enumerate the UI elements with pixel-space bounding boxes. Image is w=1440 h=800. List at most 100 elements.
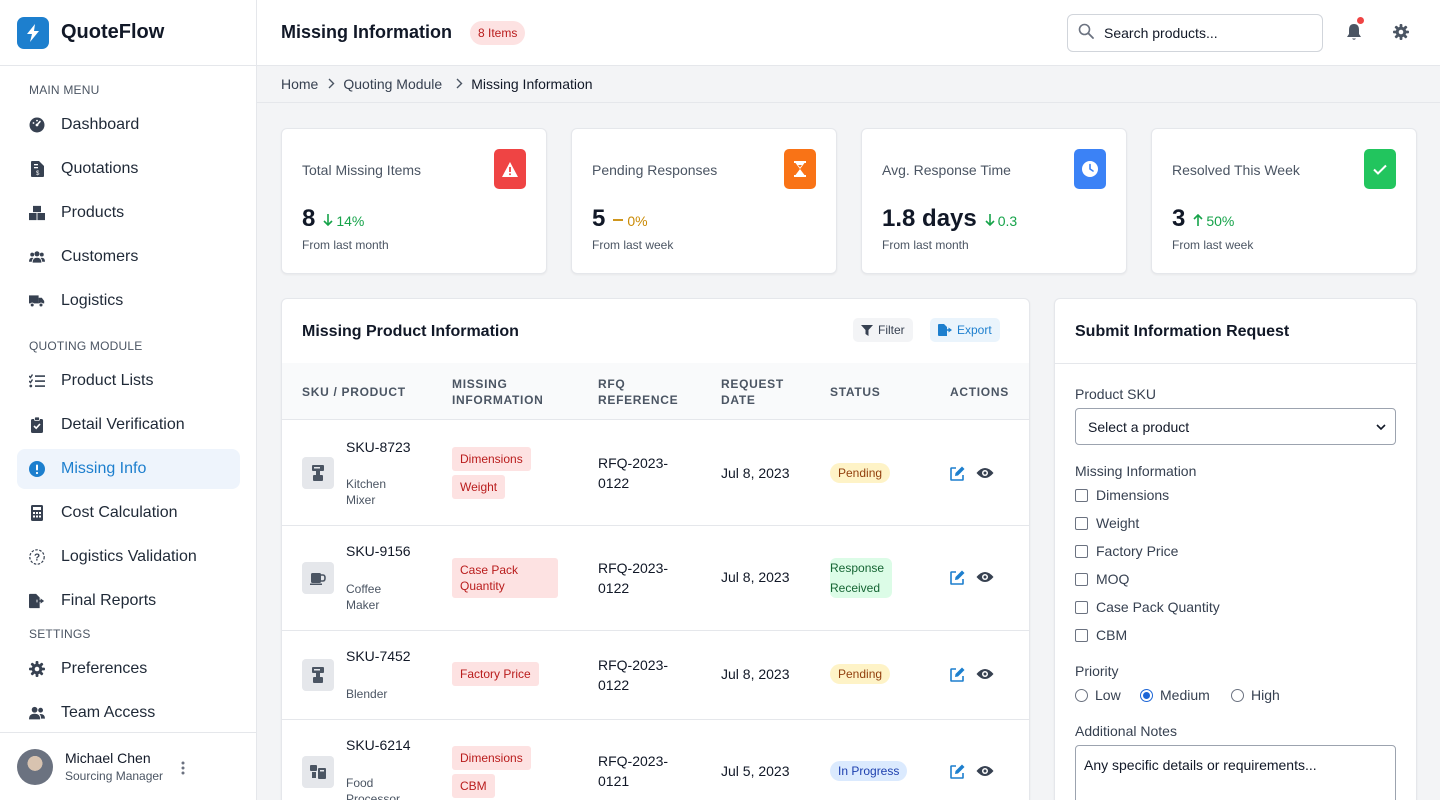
sidebar-item-dashboard[interactable]: Dashboard	[17, 105, 240, 145]
sidebar-item-team-access[interactable]: Team Access	[17, 693, 240, 733]
form-title: Submit Information Request	[1075, 323, 1290, 340]
checkbox-moq[interactable]: MOQ	[1075, 571, 1129, 587]
stat-card-resolved: Resolved This Week 3 50% From last week	[1151, 128, 1417, 274]
table-row: SKU-6214 Food Processor Dimensions CBM R…	[282, 719, 1029, 800]
table-row: SKU-9156 Coffee Maker Case Pack Quantity…	[282, 525, 1029, 630]
table-row: SKU-8723 Kitchen Mixer Dimensions Weight…	[282, 419, 1029, 525]
breadcrumb: Home Quoting Module Missing Information	[281, 76, 593, 92]
sidebar-item-cost-calculation[interactable]: Cost Calculation	[17, 493, 240, 533]
sidebar-item-products[interactable]: Products	[17, 193, 240, 233]
sidebar-item-label: Logistics Validation	[61, 548, 197, 565]
stat-change-value: 50%	[1206, 213, 1235, 229]
user-role: Sourcing Manager	[65, 769, 164, 783]
sidebar-item-preferences[interactable]: Preferences	[17, 649, 240, 689]
more-vertical-icon[interactable]	[181, 760, 185, 781]
table-title: Missing Product Information	[302, 323, 519, 340]
calculator-icon	[29, 505, 45, 521]
stat-label: Resolved This Week	[1172, 162, 1300, 178]
status-badge: Pending	[830, 664, 891, 684]
table-row: SKU-7452 Blender Factory Price RFQ-2023-…	[282, 630, 1029, 719]
stat-subtext: From last month	[302, 238, 389, 252]
stat-value: 5 0%	[592, 205, 648, 233]
stat-change: 50%	[1193, 213, 1234, 229]
sidebar-item-label: Team Access	[61, 704, 156, 721]
breadcrumb-quoting-module[interactable]: Quoting Module	[343, 76, 442, 92]
list-icon	[29, 373, 45, 389]
view-eye-icon[interactable]	[976, 763, 994, 779]
search-icon	[1078, 23, 1094, 44]
filter-button[interactable]: Filter	[853, 318, 913, 342]
bell-icon[interactable]	[1344, 17, 1364, 42]
radio-label: High	[1251, 687, 1280, 703]
items-count-badge: 8 Items	[470, 21, 526, 45]
nav-section-main: MAIN MENU	[29, 83, 100, 97]
priority-label: Priority	[1075, 663, 1119, 679]
sidebar-item-detail-verification[interactable]: Detail Verification	[17, 405, 240, 445]
notes-textarea[interactable]: Any specific details or requirements...	[1075, 745, 1396, 800]
checkbox-weight[interactable]: Weight	[1075, 515, 1139, 531]
checkbox-case-pack-quantity[interactable]: Case Pack Quantity	[1075, 599, 1220, 615]
stat-change-value: 14%	[336, 213, 365, 229]
sidebar-item-quotations[interactable]: $ Quotations	[17, 149, 240, 189]
export-button[interactable]: Export	[930, 318, 1000, 342]
stat-card-total-missing: Total Missing Items 8 14% From last month	[281, 128, 547, 274]
col-sku-product: SKU / PRODUCT	[302, 385, 406, 399]
edit-icon[interactable]	[949, 465, 965, 481]
edit-icon[interactable]	[949, 763, 965, 779]
brand[interactable]: QuoteFlow	[0, 0, 256, 66]
product-sku: SKU-7452	[346, 648, 411, 664]
radio-priority-low[interactable]: Low	[1075, 687, 1121, 703]
notes-label: Additional Notes	[1075, 723, 1177, 739]
request-date: Jul 8, 2023	[721, 666, 790, 682]
stat-change: 14%	[323, 213, 364, 229]
nav-section-settings: SETTINGS	[29, 627, 91, 641]
missing-tag: CBM	[452, 774, 495, 798]
sidebar-item-logistics[interactable]: Logistics	[17, 281, 240, 321]
sidebar-item-final-reports[interactable]: Final Reports	[17, 581, 240, 621]
product-name: Food Processor	[346, 776, 401, 800]
stat-change-value: 0.3	[997, 213, 1018, 229]
divider	[257, 102, 1440, 103]
view-eye-icon[interactable]	[976, 569, 994, 585]
missing-tag: Dimensions	[452, 447, 531, 471]
view-eye-icon[interactable]	[976, 465, 994, 481]
sidebar-item-customers[interactable]: Customers	[17, 237, 240, 277]
sidebar-item-product-lists[interactable]: Product Lists	[17, 361, 240, 401]
stat-change: 0%	[613, 213, 648, 229]
table-header: SKU / PRODUCT MISSING INFORMATION RFQ RE…	[282, 363, 1029, 419]
search-input[interactable]	[1104, 25, 1304, 41]
missing-tag: Weight	[452, 475, 506, 499]
product-sku-select[interactable]: Select a product	[1075, 408, 1396, 445]
checkbox-dimensions[interactable]: Dimensions	[1075, 487, 1169, 503]
edit-icon[interactable]	[949, 666, 965, 682]
select-value: Select a product	[1088, 418, 1190, 435]
breadcrumb-home[interactable]: Home	[281, 76, 318, 92]
settings-gear-icon[interactable]	[1391, 22, 1411, 42]
checkbox-factory-price[interactable]: Factory Price	[1075, 543, 1178, 559]
stat-change: 0.3	[985, 213, 1017, 229]
user-profile[interactable]: Michael Chen Sourcing Manager	[0, 732, 256, 800]
edit-icon[interactable]	[949, 569, 965, 585]
checkbox-cbm[interactable]: CBM	[1075, 627, 1127, 643]
sidebar-item-label: Dashboard	[61, 116, 140, 133]
rfq-reference: RFQ-2023-0122	[598, 455, 669, 491]
request-date: Jul 5, 2023	[721, 763, 790, 779]
radio-priority-medium[interactable]: Medium	[1140, 687, 1210, 703]
sidebar-item-label: Cost Calculation	[61, 504, 178, 521]
col-rfq-reference: RFQ REFERENCE	[598, 377, 679, 407]
sidebar-item-logistics-validation[interactable]: ? Logistics Validation	[17, 537, 240, 577]
radio-label: Low	[1095, 687, 1121, 703]
status-badge: Pending	[830, 463, 891, 483]
file-export-icon	[29, 593, 45, 609]
col-actions: ACTIONS	[950, 385, 1009, 399]
search-box[interactable]	[1067, 14, 1323, 52]
missing-tag: Dimensions	[452, 746, 531, 770]
checkbox-label: CBM	[1096, 627, 1128, 643]
view-eye-icon[interactable]	[976, 666, 994, 682]
clipboard-check-icon	[29, 417, 45, 433]
filter-icon	[861, 324, 873, 336]
chevron-right-icon	[328, 77, 335, 92]
radio-priority-high[interactable]: High	[1231, 687, 1280, 703]
gear-icon	[29, 661, 45, 677]
sidebar-item-missing-info[interactable]: Missing Info	[17, 449, 240, 489]
